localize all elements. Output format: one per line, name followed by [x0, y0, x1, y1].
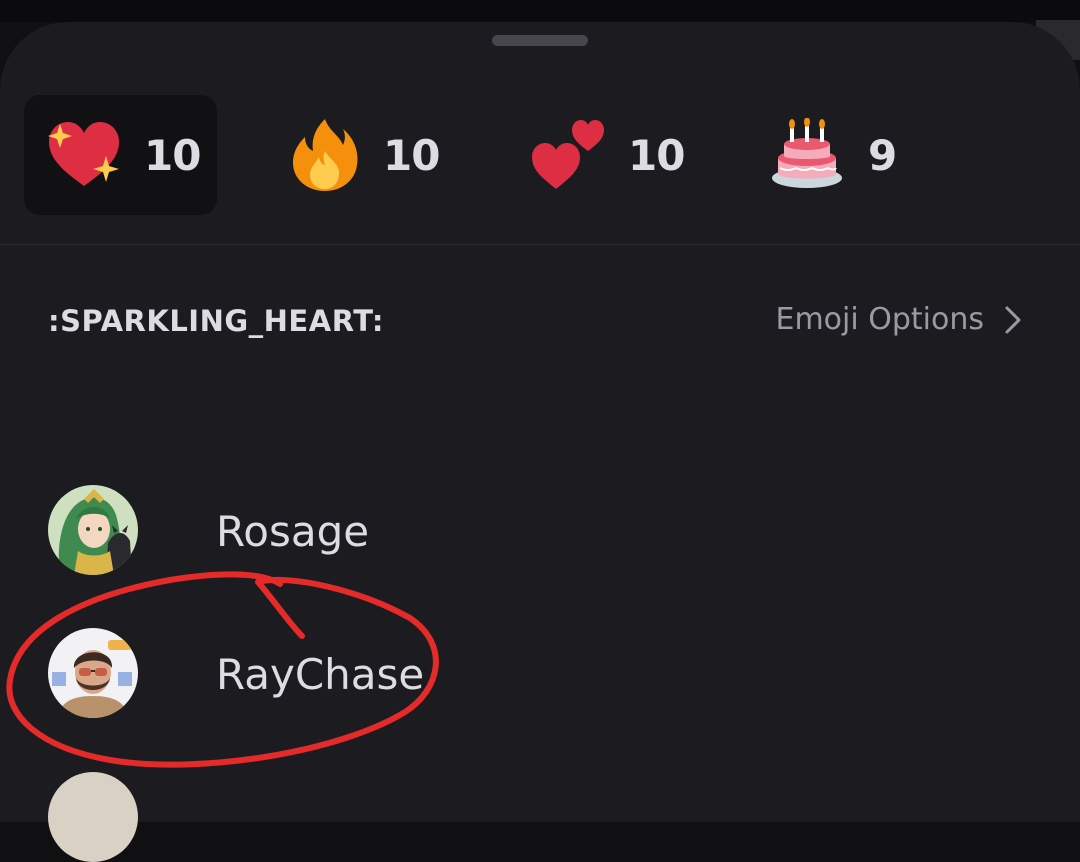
- reaction-count: 10: [628, 130, 685, 180]
- sheet-drag-handle[interactable]: [492, 35, 588, 46]
- user-row-raychase[interactable]: RayChase: [48, 628, 1048, 720]
- user-row-rosage[interactable]: Rosage: [48, 485, 1048, 577]
- birthday-cake-icon: [772, 118, 842, 188]
- chevron-right-icon: [1005, 306, 1021, 333]
- two-hearts-icon: [532, 120, 604, 189]
- fire-icon: [293, 119, 358, 191]
- raychase-avatar: [48, 628, 138, 718]
- reaction-tab-fire[interactable]: 10: [265, 95, 455, 215]
- rosage-avatar: [48, 485, 138, 575]
- reaction-count: 9: [868, 130, 897, 180]
- reaction-count: 10: [144, 130, 201, 180]
- reaction-tab-two-hearts[interactable]: 10: [506, 95, 696, 215]
- emoji-options-button[interactable]: Emoji Options: [776, 302, 1023, 337]
- divider: [0, 244, 1080, 245]
- reactions-bottom-sheet: 10 10 10 9:SPARKLING_HEART: Emoji Optio…: [0, 22, 1080, 862]
- reaction-tab-sparkling-heart[interactable]: 10: [24, 95, 217, 215]
- username: RayChase: [216, 650, 425, 699]
- selected-emoji-name: :SPARKLING_HEART:: [48, 304, 385, 338]
- reaction-count: 10: [383, 130, 440, 180]
- reaction-tab-birthday-cake[interactable]: 9: [746, 95, 916, 215]
- username: Rosage: [216, 507, 370, 556]
- sparkling-heart-icon: [48, 122, 119, 186]
- next-user-avatar[interactable]: [48, 772, 138, 862]
- emoji-options-label: Emoji Options: [775, 302, 985, 337]
- status-bar: [0, 0, 1080, 22]
